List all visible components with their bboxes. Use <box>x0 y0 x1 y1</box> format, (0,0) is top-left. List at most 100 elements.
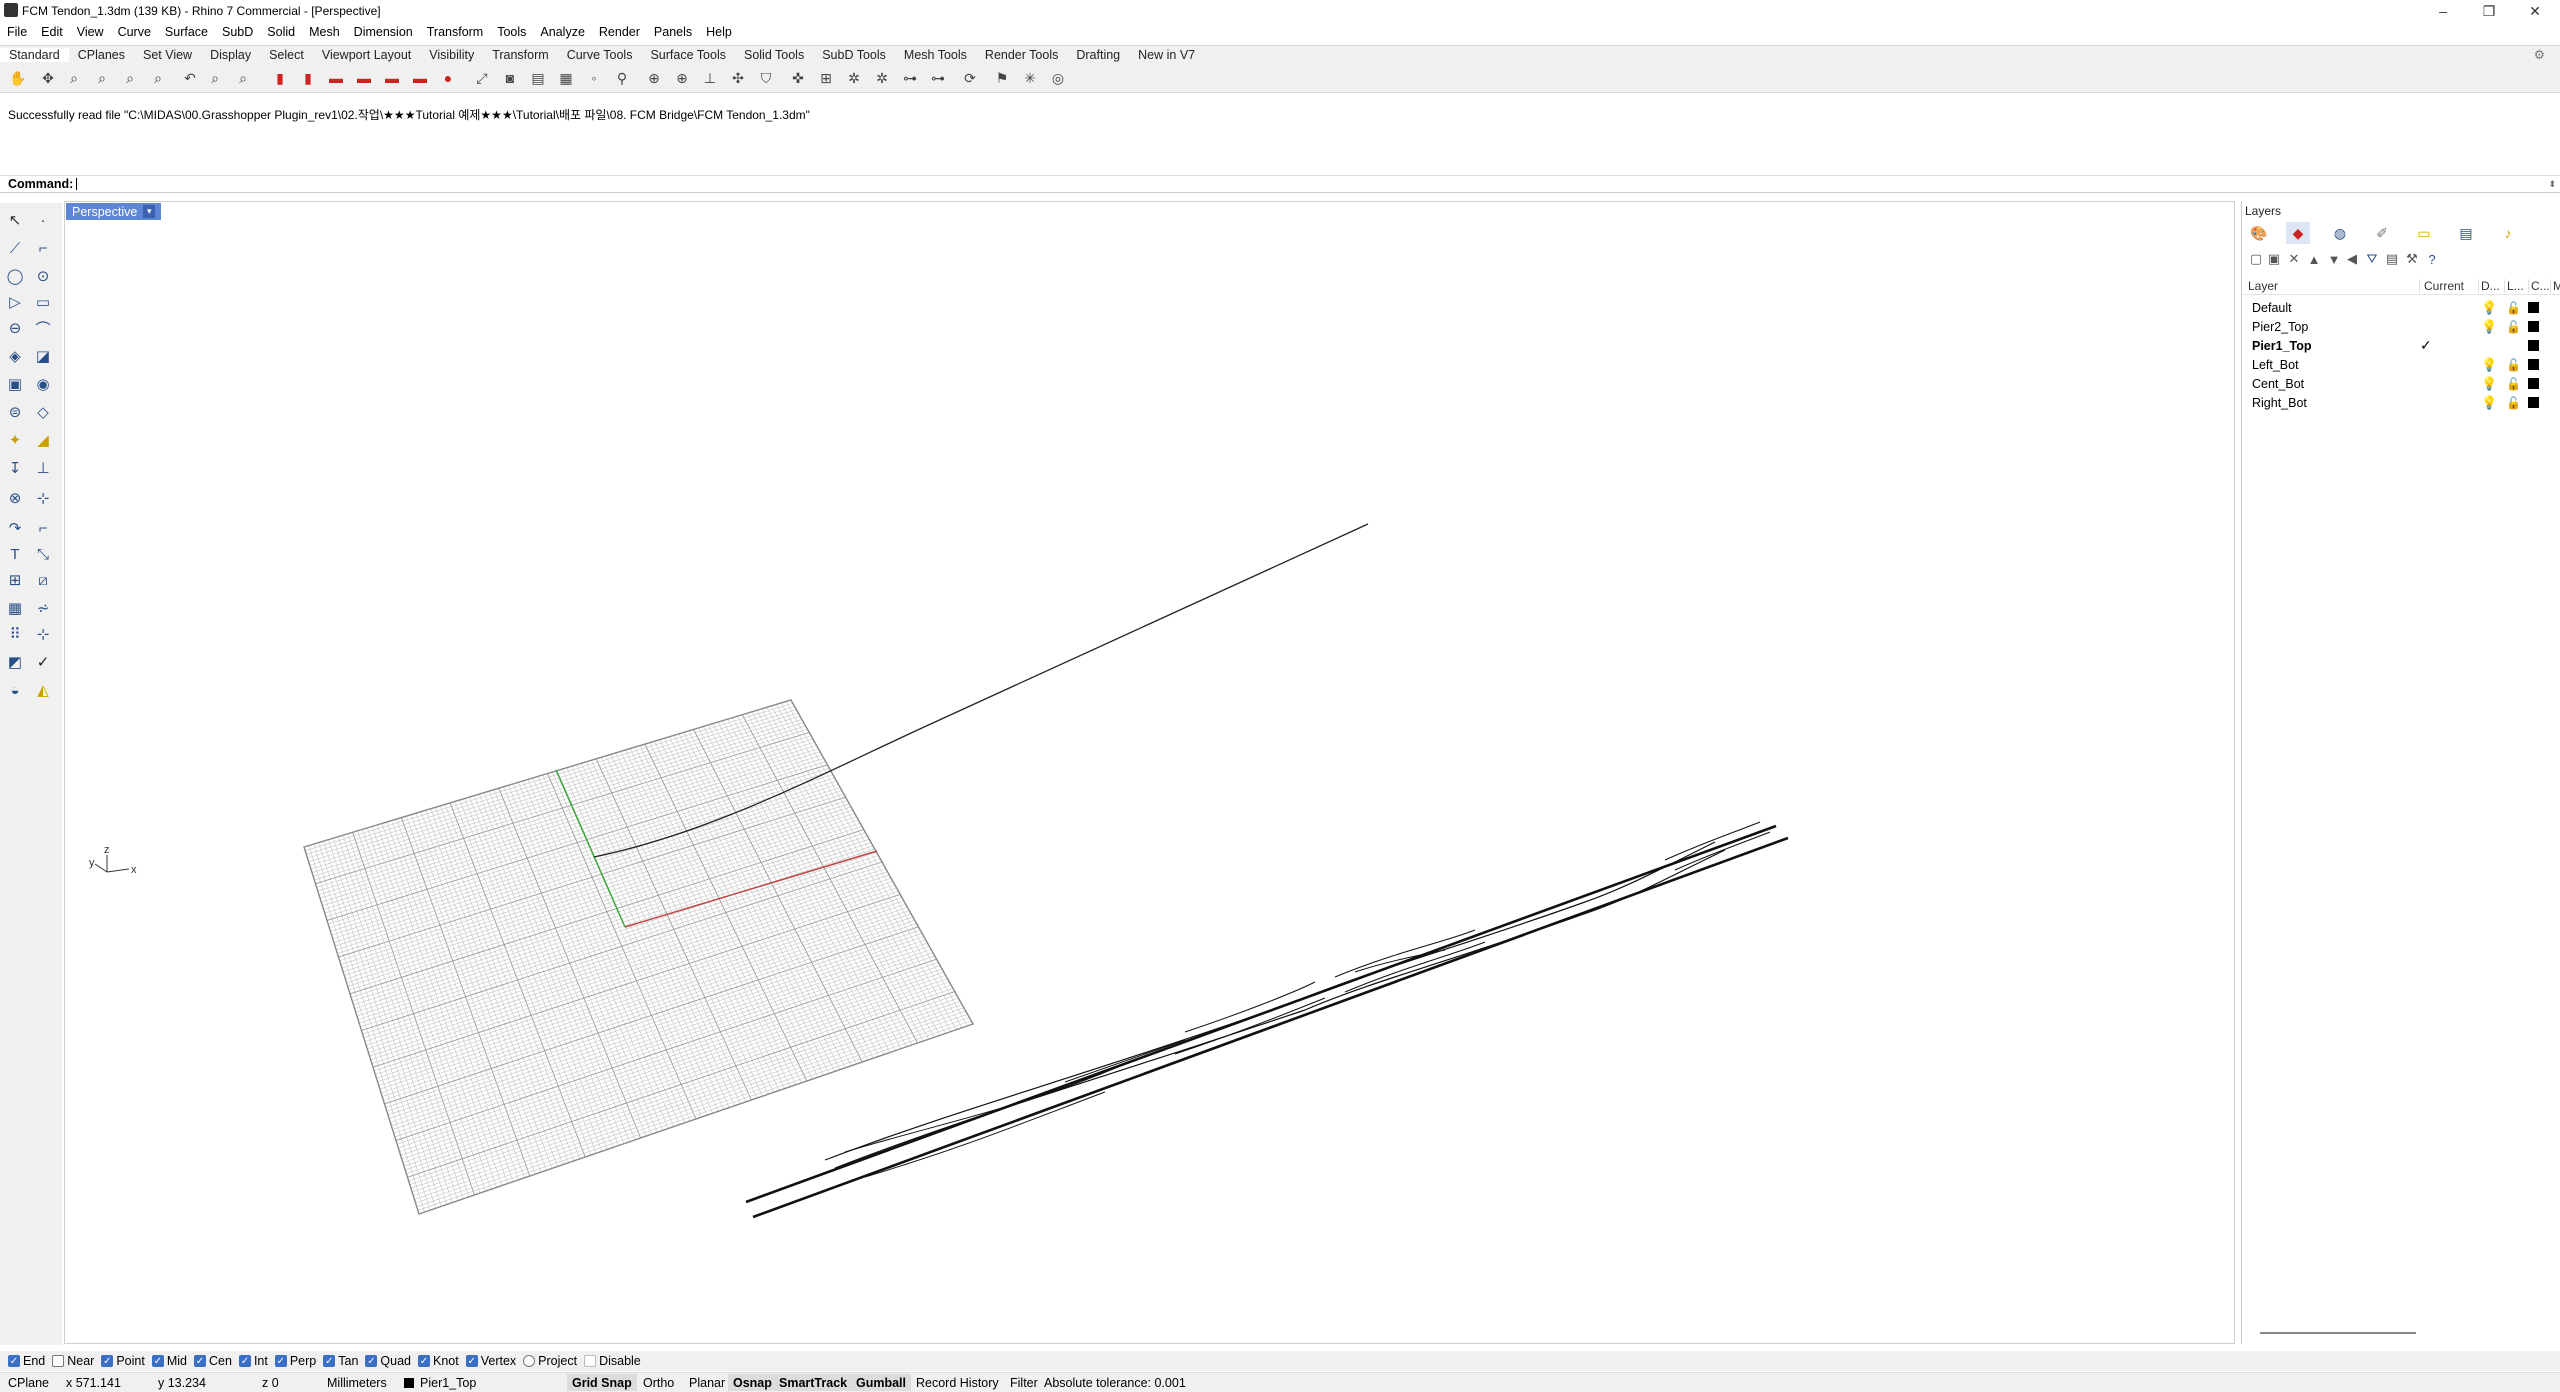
osnap-disable[interactable]: Disable <box>584 1354 641 1368</box>
osnap-cen[interactable]: ✓ Cen <box>194 1354 232 1368</box>
rotate-view-icon[interactable]: ✥ <box>38 68 58 88</box>
point-grid-icon[interactable]: ⠿ <box>4 623 26 645</box>
visible-bulb-icon[interactable]: 💡 <box>2481 376 2497 392</box>
checkbox[interactable]: ✓ <box>101 1355 114 1367</box>
col-lock[interactable]: L... <box>2504 279 2524 293</box>
help-icon[interactable]: ? <box>2422 249 2442 269</box>
array-icon[interactable]: ✜ <box>788 68 808 88</box>
text-icon[interactable]: T <box>4 543 26 565</box>
tab-new-in-v7[interactable]: New in V7 <box>1129 48 1204 62</box>
osnap-end[interactable]: ✓ End <box>8 1354 45 1368</box>
delete-layer-icon[interactable]: ✕ <box>2284 249 2304 269</box>
menu-curve[interactable]: Curve <box>111 25 158 39</box>
material-icon[interactable]: ◒ <box>4 679 26 701</box>
tab-surface-tools[interactable]: Surface Tools <box>641 48 735 62</box>
shield-icon[interactable]: ⛉ <box>756 68 776 88</box>
maximize-button[interactable]: ❐ <box>2466 0 2512 22</box>
layer-color-swatch[interactable] <box>2528 321 2539 332</box>
properties-icon[interactable]: ◦ <box>584 68 604 88</box>
menu-analyze[interactable]: Analyze <box>533 25 591 39</box>
menu-tools[interactable]: Tools <box>490 25 533 39</box>
current-layer[interactable]: Pier1_Top <box>420 1376 476 1390</box>
unlock-icon[interactable]: 🔓 <box>2506 377 2521 391</box>
cylinder-icon[interactable]: ⊜ <box>4 401 26 423</box>
curve-cv-icon[interactable]: ⌐ <box>32 237 54 259</box>
tab-display[interactable]: Display <box>201 48 260 62</box>
osnap-int[interactable]: ✓ Int <box>238 1354 268 1368</box>
vehicle-2-icon[interactable]: ⊶ <box>928 68 948 88</box>
filter-icon[interactable]: ⛛ <box>2362 249 2382 269</box>
tools-icon[interactable]: ⚒ <box>2402 249 2422 269</box>
polyline-icon[interactable]: ⟋ <box>4 237 26 259</box>
new-layer-icon[interactable]: ▢ <box>2246 249 2266 269</box>
zoom-window-icon[interactable]: ⌕ <box>120 68 140 88</box>
menu-edit[interactable]: Edit <box>34 25 70 39</box>
print-icon[interactable]: ▤ <box>528 68 548 88</box>
loft-icon[interactable]: ◪ <box>32 345 54 367</box>
flow-icon[interactable]: ⩫ <box>32 597 54 619</box>
layer-row-left-bot[interactable]: Left_Bot 💡 🔓 <box>2242 355 2560 374</box>
layer-color-swatch[interactable] <box>2528 302 2539 313</box>
osnap-near[interactable]: Near <box>52 1354 94 1368</box>
minimize-button[interactable]: – <box>2420 0 2466 22</box>
materials-tab-icon[interactable]: ✐ <box>2370 222 2394 244</box>
mirror-icon[interactable]: ⧄ <box>32 569 54 591</box>
copy-layer-icon[interactable]: ▤ <box>2382 249 2402 269</box>
folder-tab-icon[interactable]: ▭ <box>2412 222 2436 244</box>
checkbox[interactable]: ✓ <box>8 1355 20 1367</box>
array-grid-icon[interactable]: ⊞ <box>4 569 26 591</box>
render-tab-icon[interactable]: ◍ <box>2328 222 2352 244</box>
grid-icon[interactable]: ⊞ <box>816 68 836 88</box>
visible-bulb-icon[interactable]: 💡 <box>2481 395 2497 411</box>
checkbox[interactable] <box>584 1355 597 1367</box>
menu-dimension[interactable]: Dimension <box>347 25 420 39</box>
ellipse-icon[interactable]: ⊙ <box>32 265 54 287</box>
tab-visibility[interactable]: Visibility <box>420 48 483 62</box>
vehicle-icon[interactable]: ⊶ <box>900 68 920 88</box>
layers-tab-icon[interactable]: ◆ <box>2286 222 2310 244</box>
layer-props-icon[interactable]: ▮ <box>298 68 318 88</box>
tab-standard[interactable]: Standard <box>0 47 69 62</box>
star-select-icon[interactable]: ✳ <box>1020 68 1040 88</box>
horizontal-scrollbar[interactable] <box>2260 1332 2416 1334</box>
snapshot-icon[interactable]: ⚲ <box>612 68 632 88</box>
layer-row-right-bot[interactable]: Right_Bot 💡 🔓 <box>2242 393 2560 412</box>
mesh-icon[interactable]: ✦ <box>4 429 26 451</box>
unlock-icon[interactable]: 🔓 <box>2506 358 2521 372</box>
osnap-tan[interactable]: ✓ Tan <box>323 1354 358 1368</box>
group-icon[interactable]: ▦ <box>4 597 26 619</box>
car-1-icon[interactable]: ▬ <box>326 68 346 88</box>
checkbox[interactable] <box>523 1355 536 1367</box>
menu-subd[interactable]: SubD <box>215 25 260 39</box>
car-3-icon[interactable]: ▬ <box>382 68 402 88</box>
rectangle-icon[interactable]: ▭ <box>32 291 54 313</box>
osnap-perp[interactable]: ✓ Perp <box>274 1354 316 1368</box>
tab-cplanes[interactable]: CPlanes <box>69 48 134 62</box>
menu-file[interactable]: File <box>0 25 34 39</box>
menu-solid[interactable]: Solid <box>260 25 302 39</box>
osnap-center-icon[interactable]: ⊕ <box>644 68 664 88</box>
col-current[interactable]: Current <box>2419 279 2464 293</box>
move-down-icon[interactable]: ▼ <box>2324 249 2344 269</box>
surface-icon[interactable]: ◈ <box>4 345 26 367</box>
tab-transform[interactable]: Transform <box>483 48 558 62</box>
checkbox[interactable]: ✓ <box>238 1355 251 1367</box>
spark-2-icon[interactable]: ✲ <box>872 68 892 88</box>
osnap-quad[interactable]: ✓ Quad <box>365 1354 411 1368</box>
analyze-icon[interactable]: ⊹ <box>32 623 54 645</box>
grid-snap-toggle[interactable]: Grid Snap <box>567 1374 637 1391</box>
menu-mesh[interactable]: Mesh <box>302 25 347 39</box>
trim-icon[interactable]: ↷ <box>4 517 26 539</box>
osnap-mid[interactable]: ✓ Mid <box>151 1354 187 1368</box>
tab-subd-tools[interactable]: SubD Tools <box>813 48 895 62</box>
tab-solid-tools[interactable]: Solid Tools <box>735 48 813 62</box>
unlock-icon[interactable]: 🔓 <box>2506 396 2521 410</box>
visible-bulb-icon[interactable]: 💡 <box>2481 357 2497 373</box>
select-arrow-icon[interactable]: ↖ <box>4 209 26 231</box>
zoom-selected-icon[interactable]: ⌕ <box>148 68 168 88</box>
col-material[interactable]: M <box>2550 279 2560 293</box>
checkbox[interactable] <box>52 1355 65 1367</box>
join-icon[interactable]: ⊗ <box>4 487 26 509</box>
layer-color-swatch[interactable] <box>2528 340 2539 351</box>
explode-icon[interactable]: ⊹ <box>32 487 54 509</box>
